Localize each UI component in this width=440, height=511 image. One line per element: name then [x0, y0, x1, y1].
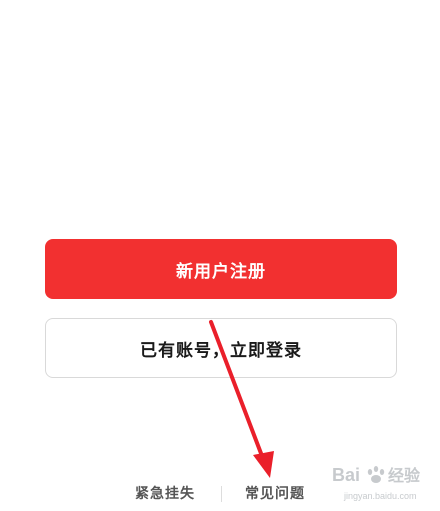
svg-text:经验: 经验: [388, 466, 421, 485]
emergency-report-link[interactable]: 紧急挂失: [135, 484, 195, 504]
login-button-label: 已有账号，立即登录: [140, 340, 302, 361]
svg-text:jingyan.baidu.com: jingyan.baidu.com: [343, 491, 417, 501]
svg-text:Bai: Bai: [332, 465, 360, 485]
register-button-label: 新用户注册: [176, 261, 266, 282]
register-button[interactable]: 新用户注册: [45, 239, 397, 299]
login-button[interactable]: 已有账号，立即登录: [45, 318, 397, 378]
baidu-watermark-logo: Bai 经验 jingyan.baidu.com: [332, 465, 421, 501]
footer-divider: [221, 486, 222, 502]
faq-link[interactable]: 常见问题: [245, 484, 305, 504]
